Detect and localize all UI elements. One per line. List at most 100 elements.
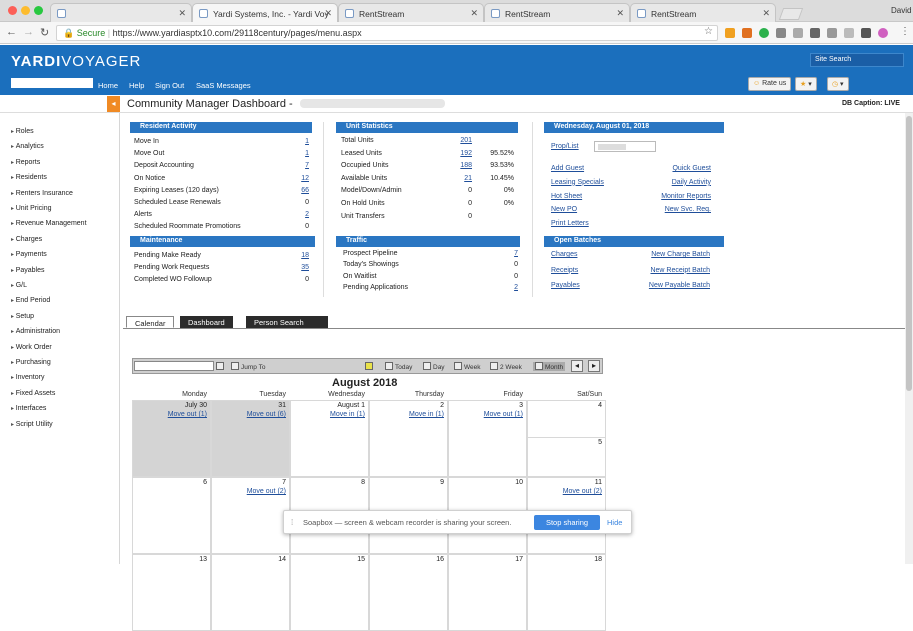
bookmark-star-icon[interactable]: ☆ — [704, 26, 713, 37]
scrollbar-thumb[interactable] — [906, 116, 912, 391]
calendar-event-link[interactable]: Move out (2) — [247, 488, 286, 495]
prev-month-button[interactable]: ◂ — [571, 360, 583, 372]
link-hot-sheet[interactable]: Hot Sheet — [551, 193, 582, 200]
sidebar-item-inventory[interactable]: Inventory — [11, 374, 45, 381]
link-new-svc-req[interactable]: New Svc. Req. — [665, 206, 711, 213]
calendar-day-cell[interactable]: 7 Move out (2) — [211, 477, 290, 554]
nav-sign-out-link[interactable]: Sign Out — [155, 81, 184, 90]
sidebar-item-setup[interactable]: Setup — [11, 313, 34, 320]
minimize-window-icon[interactable] — [21, 6, 30, 15]
reload-icon[interactable]: ↻ — [40, 26, 49, 39]
sidebar-item-work-order[interactable]: Work Order — [11, 344, 52, 351]
tab-close-icon[interactable]: ✕ — [616, 8, 624, 19]
prop-list-select[interactable] — [594, 141, 656, 152]
tab-close-icon[interactable]: ✕ — [470, 8, 478, 19]
sidebar-item-renters-insurance[interactable]: Renters Insurance — [11, 190, 73, 197]
browser-tab-yardi[interactable]: Yardi Systems, Inc. - Yardi Voy ✕ — [192, 3, 338, 22]
extension-icon-7[interactable] — [827, 28, 837, 38]
view-2week-button[interactable]: 2 Week — [490, 362, 522, 371]
calendar-day-cell[interactable]: 6 — [132, 477, 211, 554]
maintenance-row-value[interactable]: 18 — [285, 252, 309, 259]
calendar-picker-icon[interactable] — [216, 362, 226, 371]
maintenance-row-value[interactable]: 35 — [285, 264, 309, 271]
traffic-row-value[interactable]: 7 — [494, 250, 518, 257]
batch-charges[interactable]: Charges — [551, 251, 577, 258]
prop-list-link[interactable]: Prop/List — [551, 143, 579, 150]
extension-icon-8[interactable] — [844, 28, 854, 38]
unit_statistics-row-value[interactable]: 201 — [448, 137, 472, 144]
sidebar-item-interfaces[interactable]: Interfaces — [11, 405, 47, 412]
sidebar-item-fixed-assets[interactable]: Fixed Assets — [11, 390, 56, 397]
browser-tab-rentstream-3[interactable]: RentStream ✕ — [630, 3, 776, 22]
tab-close-icon[interactable]: ✕ — [178, 8, 186, 19]
resident_activity-row-value[interactable]: 1 — [285, 138, 309, 145]
extension-icon-4[interactable] — [776, 28, 786, 38]
resident_activity-row-value[interactable]: 1 — [285, 150, 309, 157]
favorites-button[interactable]: ★ ▾ — [795, 77, 817, 91]
rate-us-button[interactable]: ☺ Rate us — [748, 77, 792, 91]
sidebar-item-script-utility[interactable]: Script Utility — [11, 421, 53, 428]
unit_statistics-row-value[interactable]: 192 — [448, 150, 472, 157]
sidebar-item-payments[interactable]: Payments — [11, 251, 47, 258]
link-leasing-specials[interactable]: Leasing Specials — [551, 179, 604, 186]
traffic-row-value[interactable]: 2 — [494, 284, 518, 291]
calendar-event-link[interactable]: Move in (1) — [409, 411, 444, 418]
link-add-guest[interactable]: Add Guest — [551, 165, 584, 172]
calendar-day-cell[interactable]: 15 — [290, 554, 369, 631]
hide-button[interactable]: Hide — [607, 518, 622, 527]
tab-close-icon[interactable]: ✕ — [762, 8, 770, 19]
batch-new-charge-batch[interactable]: New Charge Batch — [651, 251, 710, 258]
extension-icon-6[interactable] — [810, 28, 820, 38]
nav-home-link[interactable]: Home — [98, 81, 118, 90]
calendar-day-cell[interactable]: 2 Move in (1) — [369, 400, 448, 477]
browser-tab-rentstream-2[interactable]: RentStream ✕ — [484, 3, 630, 22]
calendar-event-link[interactable]: Move in (1) — [330, 411, 365, 418]
drag-grip-icon[interactable]: ⁞ — [291, 518, 293, 527]
sidebar-item-roles[interactable]: Roles — [11, 128, 34, 135]
nav-help-link[interactable]: Help — [129, 81, 144, 90]
jump-to-button[interactable]: Jump To — [231, 362, 265, 371]
calendar-settings-icon[interactable] — [365, 362, 375, 371]
sidebar-item-reports[interactable]: Reports — [11, 159, 41, 166]
sidebar-item-purchasing[interactable]: Purchasing — [11, 359, 51, 366]
calendar-day-cell[interactable]: 3 Move out (1) — [448, 400, 527, 477]
calendar-day-cell[interactable]: 13 — [132, 554, 211, 631]
resident_activity-row-value[interactable]: 7 — [285, 162, 309, 169]
sidebar-item-revenue-management[interactable]: Revenue Management — [11, 220, 87, 227]
calendar-event-link[interactable]: Move out (6) — [247, 411, 286, 418]
next-month-button[interactable]: ▸ — [588, 360, 600, 372]
header-search-input[interactable] — [11, 78, 93, 88]
menu-kebab-icon[interactable]: ⋮ — [900, 26, 910, 37]
collapse-sidebar-button[interactable]: ◂ — [107, 96, 120, 112]
profile-name[interactable]: David — [891, 6, 911, 15]
view-month-button[interactable]: Month — [533, 362, 566, 371]
tab-person-search[interactable]: Person Search — [246, 316, 328, 328]
sidebar-item-residents[interactable]: Residents — [11, 174, 47, 181]
calendar-day-cell[interactable]: 45 — [527, 400, 606, 477]
browser-tab-rentstream-1[interactable]: RentStream ✕ — [338, 3, 484, 22]
unit_statistics-row-value[interactable]: 21 — [448, 175, 472, 182]
extension-icon-10[interactable] — [878, 28, 888, 38]
browser-tab-1[interactable]: ✕ — [50, 3, 192, 22]
unit_statistics-row-value[interactable]: 188 — [448, 162, 472, 169]
view-week-button[interactable]: Week — [454, 362, 481, 371]
batch-payables[interactable]: Payables — [551, 282, 580, 289]
resident_activity-row-value[interactable]: 66 — [285, 187, 309, 194]
nav-saas-messages-link[interactable]: SaaS Messages — [196, 81, 251, 90]
url-field[interactable]: 🔒 Secure | https://www.yardiasptx10.com/… — [56, 25, 718, 41]
sidebar-item-unit-pricing[interactable]: Unit Pricing — [11, 205, 52, 212]
sidebar-item-end-period[interactable]: End Period — [11, 297, 51, 304]
link-new-po[interactable]: New PO — [551, 206, 577, 213]
sidebar-item-payables[interactable]: Payables — [11, 267, 45, 274]
sidebar-item-administration[interactable]: Administration — [11, 328, 60, 335]
link-monitor-reports[interactable]: Monitor Reports — [661, 193, 711, 200]
extension-icon-2[interactable] — [742, 28, 752, 38]
view-day-button[interactable]: Day — [423, 362, 445, 371]
maximize-window-icon[interactable] — [34, 6, 43, 15]
link-daily-activity[interactable]: Daily Activity — [672, 179, 711, 186]
extension-icon-5[interactable] — [793, 28, 803, 38]
calendar-day-cell[interactable]: August 1 Move in (1) — [290, 400, 369, 477]
site-search-input[interactable]: Site Search — [810, 53, 904, 67]
calendar-day-cell[interactable]: 31 Move out (6) — [211, 400, 290, 477]
resident_activity-row-value[interactable]: 2 — [285, 211, 309, 218]
